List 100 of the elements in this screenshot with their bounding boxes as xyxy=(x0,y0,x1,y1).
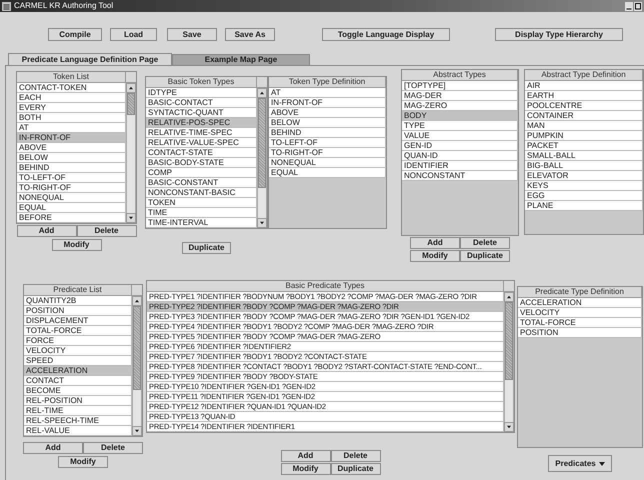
list-item[interactable]: NONCONSTANT-BASIC xyxy=(146,188,257,198)
push-button[interactable]: Duplicate xyxy=(460,250,510,262)
push-button[interactable]: Delete xyxy=(330,450,380,462)
list-item[interactable]: VELOCITY xyxy=(24,346,132,356)
dropdown-button[interactable]: Predicates xyxy=(548,455,612,472)
list-item[interactable]: AT xyxy=(17,123,126,133)
list-item[interactable]: PLANE xyxy=(525,201,643,211)
list-item[interactable]: ABOVE xyxy=(269,108,386,118)
push-button[interactable]: Delete xyxy=(83,442,143,454)
list-item[interactable]: NONEQUAL xyxy=(269,158,386,168)
toolbar-button[interactable]: Compile xyxy=(48,28,102,40)
list-item[interactable]: SYNTACTIC-QUANT xyxy=(146,108,257,118)
list-item[interactable]: PACKET xyxy=(525,141,643,151)
toolbar-button[interactable]: Save As xyxy=(225,28,275,40)
list-item[interactable]: POSITION xyxy=(518,328,642,338)
list-item[interactable]: EGG xyxy=(525,191,643,201)
list-item[interactable]: RELATIVE-VALUE-SPEC xyxy=(146,138,257,148)
list-item[interactable]: ACCELERATION xyxy=(518,298,642,308)
list-item[interactable]: IN-FRONT-OF xyxy=(17,133,126,143)
toolbar-button[interactable]: Display Type Hierarchy xyxy=(495,28,623,40)
list-item[interactable]: IN-FRONT-OF xyxy=(269,98,386,108)
list-item[interactable]: QUANTITY2B xyxy=(24,296,132,306)
list-item[interactable]: EACH xyxy=(17,93,126,103)
list-item[interactable]: BEHIND xyxy=(17,163,126,173)
list-item[interactable]: TO-LEFT-OF xyxy=(17,173,126,183)
list-item[interactable]: BASIC-CONTACT xyxy=(146,98,257,108)
list-item[interactable]: MAG-ZERO xyxy=(402,101,518,111)
push-button[interactable]: Delete xyxy=(460,237,510,249)
list-item[interactable]: TOTAL-FORCE xyxy=(24,326,132,336)
list-item[interactable]: VELOCITY xyxy=(518,308,642,318)
list-item[interactable]: BELOW xyxy=(269,118,386,128)
list-item[interactable]: TOTAL-FORCE xyxy=(518,318,642,328)
list-item[interactable]: KEYS xyxy=(525,181,643,191)
list-item[interactable]: MAN xyxy=(525,121,643,131)
list-item[interactable]: RELATIVE-POS-SPEC xyxy=(146,118,257,128)
list-item[interactable]: BECOME xyxy=(24,386,132,396)
list-item[interactable]: BOTH xyxy=(17,113,126,123)
list-item[interactable]: POSITION xyxy=(24,306,132,316)
list-item[interactable]: IDENTIFIER xyxy=(402,161,518,171)
push-button[interactable]: Add xyxy=(280,450,330,462)
push-button[interactable]: Modify xyxy=(58,456,108,468)
list-item[interactable]: NONCONSTANT xyxy=(402,171,518,181)
list-item[interactable]: REL-POSITION xyxy=(24,396,132,406)
list-item[interactable]: REL-VALUE xyxy=(24,426,132,436)
list-item[interactable]: EARTH xyxy=(525,91,643,101)
push-button[interactable]: Modify xyxy=(52,239,102,251)
push-button[interactable]: Add xyxy=(410,237,460,249)
list-item[interactable]: RELATIVE-TIME-SPEC xyxy=(146,128,257,138)
list-item[interactable]: BIG-BALL xyxy=(525,161,643,171)
push-button[interactable]: Modify xyxy=(280,463,330,475)
tab[interactable]: Predicate Language Definition Page xyxy=(8,53,172,65)
list-item[interactable]: FORCE xyxy=(24,336,132,346)
list-item[interactable]: EVERY xyxy=(17,103,126,113)
list-item[interactable]: MAG-DER xyxy=(402,91,518,101)
list-item[interactable]: BASIC-BODY-STATE xyxy=(146,158,257,168)
list-item[interactable]: IDTYPE xyxy=(146,88,257,98)
toolbar-button[interactable]: Toggle Language Display xyxy=(322,28,450,40)
list-item[interactable]: CONTACT-TOKEN xyxy=(17,83,126,93)
list-item[interactable]: BEFORE xyxy=(17,213,126,223)
list-item[interactable]: EQUAL xyxy=(269,168,386,178)
list-item[interactable]: BEHIND xyxy=(269,128,386,138)
list-item[interactable]: AIR xyxy=(525,81,643,91)
scrollbar-thumb[interactable] xyxy=(258,98,266,188)
list-item[interactable]: SPEED xyxy=(24,356,132,366)
list-item[interactable]: ABOVE xyxy=(17,143,126,153)
list-item[interactable]: TYPE xyxy=(402,121,518,131)
push-button[interactable]: Duplicate xyxy=(182,242,231,254)
push-button[interactable]: Duplicate xyxy=(330,463,380,475)
list-item[interactable]: NONEQUAL xyxy=(17,193,126,203)
list-item[interactable]: SMALL-BALL xyxy=(525,151,643,161)
push-button[interactable]: Add xyxy=(23,442,83,454)
scrollbar-thumb[interactable] xyxy=(127,93,135,115)
list-item[interactable]: EQUAL xyxy=(17,203,126,213)
list-item[interactable]: BODY xyxy=(402,111,518,121)
list-item[interactable]: CONTAINER xyxy=(525,111,643,121)
list-item[interactable]: ELEVATOR xyxy=(525,171,643,181)
list-item[interactable]: GEN-ID xyxy=(402,141,518,151)
list-item[interactable]: AT xyxy=(269,88,386,98)
list-item[interactable]: DISPLACEMENT xyxy=(24,316,132,326)
list-item[interactable]: TIME-INTERVAL xyxy=(146,218,257,228)
scrollbar-thumb[interactable] xyxy=(133,306,141,390)
toolbar-button[interactable]: Save xyxy=(167,28,217,40)
list-item[interactable]: REL-TIME xyxy=(24,406,132,416)
list-item[interactable]: BELOW xyxy=(17,153,126,163)
push-button[interactable]: Modify xyxy=(410,250,460,262)
list-item[interactable]: TIME xyxy=(146,208,257,218)
list-item[interactable]: VALUE xyxy=(402,131,518,141)
list-item[interactable]: TO-RIGHT-OF xyxy=(17,183,126,193)
list-item[interactable]: QUAN-ID xyxy=(402,151,518,161)
list-item[interactable]: PUMPKIN xyxy=(525,131,643,141)
list-item[interactable]: BASIC-CONSTANT xyxy=(146,178,257,188)
tab[interactable]: Example Map Page xyxy=(172,54,310,65)
list-item[interactable]: ACCELERATION xyxy=(24,366,132,376)
list-item[interactable]: TO-RIGHT-OF xyxy=(269,148,386,158)
list-item[interactable]: TO-LEFT-OF xyxy=(269,138,386,148)
list-item[interactable]: CONTACT xyxy=(24,376,132,386)
push-button[interactable]: Add xyxy=(16,225,76,237)
window-menu-icon[interactable] xyxy=(2,2,11,10)
push-button[interactable]: Delete xyxy=(76,225,136,237)
minimize-icon[interactable] xyxy=(625,2,633,10)
